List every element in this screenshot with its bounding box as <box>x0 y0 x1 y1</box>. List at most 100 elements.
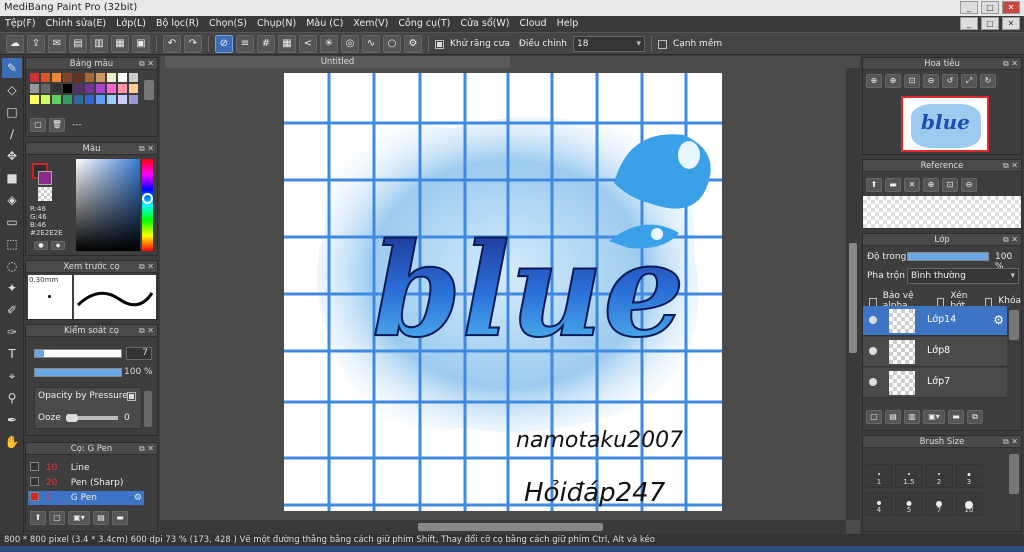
brush-item-pen-sharp[interactable]: 20 Pen (Sharp) <box>28 476 144 490</box>
color-swatch[interactable] <box>129 95 138 104</box>
doc-minimize-button[interactable]: _ <box>960 17 978 30</box>
new-halftone-layer-icon[interactable]: ▤ <box>885 410 901 424</box>
color-swatch[interactable] <box>74 84 83 93</box>
color-swatch[interactable] <box>129 84 138 93</box>
color-swatch[interactable] <box>74 73 83 82</box>
panel-close-icon[interactable]: ⧉ ✕ <box>1003 58 1018 70</box>
opacity-slider[interactable] <box>34 368 122 377</box>
zoom-in-icon[interactable]: ⊕ <box>866 74 882 88</box>
pen-tool-icon[interactable]: ✒ <box>2 410 22 430</box>
brush-size-cell[interactable]: 10 <box>955 492 983 516</box>
brush-size-cell[interactable]: 7 <box>925 492 953 516</box>
bucket-tool-icon[interactable]: ◈ <box>2 190 22 210</box>
text-tool-icon[interactable]: T <box>2 344 22 364</box>
transparent-color[interactable] <box>38 187 52 201</box>
color-mode-icon[interactable]: ● <box>34 241 48 250</box>
rotate-right-icon[interactable]: ↻ <box>980 74 996 88</box>
new-8bit-layer-icon[interactable]: ▥ <box>904 410 920 424</box>
select-pen-tool-icon[interactable]: ✐ <box>2 300 22 320</box>
doc-restore-button[interactable]: □ <box>981 17 999 30</box>
brush-control-scrollbar[interactable] <box>144 391 152 427</box>
soft-edge-checkbox[interactable] <box>657 40 667 49</box>
color-swatch[interactable] <box>41 95 50 104</box>
canvas-vertical-scrollbar[interactable] <box>846 68 860 520</box>
color-swatch[interactable] <box>41 73 50 82</box>
panel-close-icon[interactable]: ⧉ ✕ <box>1003 160 1018 172</box>
parallel-snap-icon[interactable]: ≡ <box>236 34 254 53</box>
gear-icon[interactable]: ⚙ <box>993 313 1004 327</box>
settings-icon[interactable]: ⚙ <box>404 34 422 53</box>
snap-off-icon[interactable]: ⊘ <box>215 34 233 53</box>
layer-folder-icon[interactable]: ▬ <box>948 410 964 424</box>
duplicate-layer-icon[interactable]: ⧉ <box>967 410 983 424</box>
color-swatch[interactable] <box>30 95 39 104</box>
color-swatch[interactable] <box>107 84 116 93</box>
vanishing-point-icon[interactable]: < <box>299 34 317 53</box>
new-layer-icon[interactable]: ▢ <box>866 410 882 424</box>
delete-swatch-icon[interactable]: 🗑 <box>49 118 65 132</box>
brush-size-cell[interactable]: 3 <box>955 464 983 488</box>
divide-tool-icon[interactable]: ⌖ <box>2 366 22 386</box>
zoom-out-icon[interactable]: ⊖ <box>923 74 939 88</box>
color-swatch[interactable] <box>129 73 138 82</box>
add-swatch-icon[interactable]: ▢ <box>30 118 46 132</box>
brush-size-scrollbar[interactable] <box>1009 454 1019 494</box>
color-swatch[interactable] <box>63 95 72 104</box>
move-tool-icon[interactable]: ✥ <box>2 146 22 166</box>
color-swatch[interactable] <box>74 95 83 104</box>
fill-rect-tool-icon[interactable]: ■ <box>2 168 22 188</box>
antialias-checkbox[interactable] <box>435 40 444 49</box>
eye-icon[interactable] <box>869 347 877 355</box>
menu-tools[interactable]: Công cụ(T) <box>393 16 455 32</box>
add-brush-icon[interactable]: ⬆ <box>30 511 46 525</box>
horizontal-scroll-thumb[interactable] <box>418 523 603 531</box>
fit-icon[interactable]: ⊡ <box>904 74 920 88</box>
zoom-in-2-icon[interactable]: ⊕ <box>885 74 901 88</box>
minimize-button[interactable]: _ <box>960 1 978 14</box>
menu-color[interactable]: Màu (C) <box>301 16 348 32</box>
menu-help[interactable]: Help <box>552 16 584 32</box>
redo-icon[interactable]: ↷ <box>184 34 202 53</box>
radial-snap-icon[interactable]: ✳ <box>320 34 338 53</box>
canvas-paper[interactable]: blue namotaku2007 Hỏiđáp247 <box>284 73 722 511</box>
navigator-thumbnail[interactable]: blue <box>901 96 989 152</box>
layer-row[interactable]: Lớp7 <box>863 368 1007 398</box>
brush-size-cell[interactable]: 5 <box>895 492 923 516</box>
canvas-area[interactable]: Untitled blue namotaku2007 Hỏiđáp247 <box>160 56 860 534</box>
menu-window[interactable]: Cửa sổ(W) <box>455 16 514 32</box>
document-icon[interactable]: ▤ <box>69 34 87 53</box>
color-swatch[interactable] <box>30 84 39 93</box>
eye-icon[interactable] <box>869 316 877 324</box>
gear-icon[interactable]: ⚙ <box>134 491 142 505</box>
layer-menu-icon[interactable]: ▣▾ <box>923 410 945 424</box>
color-swatch[interactable] <box>52 95 61 104</box>
color-swatch[interactable] <box>96 73 105 82</box>
color-swatch[interactable] <box>85 95 94 104</box>
hue-slider[interactable] <box>142 159 153 251</box>
panel-close-icon[interactable]: ⧉ ✕ <box>139 58 154 70</box>
brush-item-line[interactable]: 10 Line <box>28 461 144 475</box>
ref-zoom-in-icon[interactable]: ⊕ <box>923 178 939 192</box>
color-swatch[interactable] <box>96 95 105 104</box>
upload-icon[interactable]: ⬆ <box>866 178 882 192</box>
curve-snap-icon[interactable]: ∿ <box>362 34 380 53</box>
pressure-checkbox[interactable] <box>127 392 136 401</box>
color-swatch[interactable] <box>41 84 50 93</box>
layer-opacity-slider[interactable] <box>907 252 989 261</box>
eyedropper-tool-icon[interactable]: ⚲ <box>2 388 22 408</box>
brush-size-cell[interactable]: 2 <box>925 464 953 488</box>
brush-size-cell[interactable]: 4 <box>865 492 893 516</box>
color-swatch[interactable] <box>63 73 72 82</box>
brush-size-cell[interactable]: 1 <box>865 464 893 488</box>
menu-view[interactable]: Xem(V) <box>348 16 393 32</box>
menu-select[interactable]: Chọn(S) <box>204 16 252 32</box>
menu-layer[interactable]: Lớp(L) <box>111 16 151 32</box>
size-slider[interactable] <box>34 349 122 358</box>
panel-close-icon[interactable]: ⧉ ✕ <box>1003 234 1018 246</box>
layer-row[interactable]: Lớp14 ⚙ <box>863 306 1007 336</box>
layer-row[interactable]: Lớp8 <box>863 337 1007 367</box>
panel-close-icon[interactable]: ⧉ ✕ <box>139 443 154 455</box>
crisscross-snap-icon[interactable]: ▦ <box>278 34 296 53</box>
reference-canvas[interactable] <box>863 196 1021 228</box>
share-icon[interactable]: ⇪ <box>27 34 45 53</box>
